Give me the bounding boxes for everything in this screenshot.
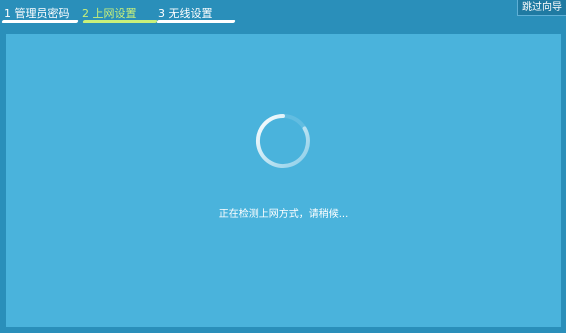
- step-admin-password-label: 1 管理员密码: [4, 7, 70, 20]
- wizard-steps: 1 管理员密码 2 上网设置 3 无线设置: [0, 0, 566, 30]
- step-internet-settings-label: 2 上网设置: [82, 7, 137, 20]
- skip-wizard-button[interactable]: 跳过向导: [517, 0, 566, 16]
- step-wireless-settings-underline: [156, 20, 236, 23]
- loading-spinner-icon: [256, 114, 310, 168]
- step-internet-settings: 2 上网设置: [78, 0, 158, 24]
- step-internet-settings-underline: [82, 20, 158, 23]
- step-wireless-settings-label: 3 无线设置: [158, 7, 213, 20]
- status-text: 正在检测上网方式，请稍候...: [218, 209, 349, 220]
- setup-wizard-window: 1 管理员密码 2 上网设置 3 无线设置 跳过向导 正在检测上网方式，请稍候.…: [0, 0, 566, 333]
- step-admin-password: 1 管理员密码: [0, 0, 80, 24]
- step-wireless-settings: 3 无线设置: [154, 0, 236, 24]
- detection-panel: 正在检测上网方式，请稍候...: [6, 34, 561, 327]
- step-admin-password-underline: [1, 20, 79, 23]
